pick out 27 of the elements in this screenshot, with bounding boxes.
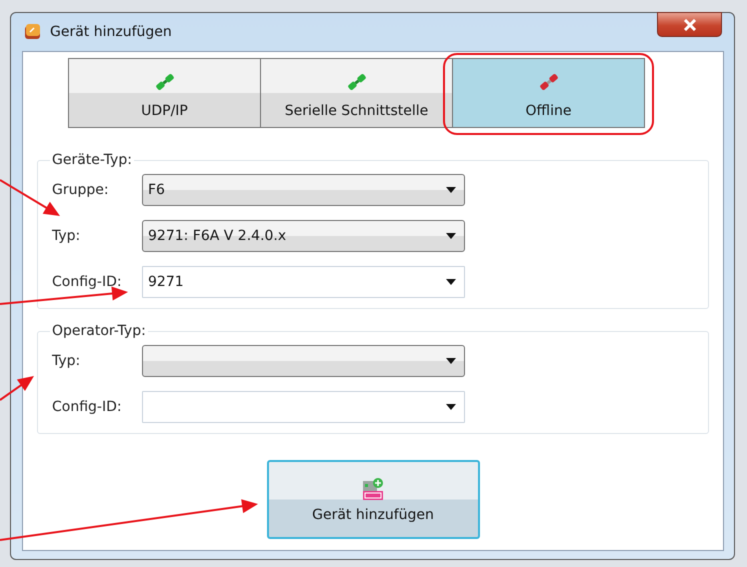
window-title: Gerät hinzufügen [50,24,172,40]
group-title: Operator-Typ: [51,323,147,339]
connection-tab[interactable]: UDP/IP [68,58,261,128]
close-button[interactable] [657,12,722,37]
dropdown-field[interactable]: F6 [142,174,465,206]
dropdown-caret-icon [446,404,456,410]
combo-input-field[interactable] [142,391,465,423]
app-icon [24,23,42,41]
dropdown-caret-icon [446,358,456,364]
dropdown-field[interactable]: 9271: F6A V 2.4.0.x [142,220,465,252]
add-device-button[interactable]: Gerät hinzufügen [266,460,480,539]
dropdown-caret-icon [446,233,456,239]
close-icon [682,18,696,30]
device-add-icon [362,476,384,500]
connection-tab[interactable]: Serielle Schnittstelle [260,58,453,128]
field-label: Typ: [52,228,82,244]
dropdown-caret-icon [446,279,456,285]
annotation-arrow [0,376,34,401]
field-label: Config-ID: [52,274,123,290]
field-label: Typ: [52,353,82,369]
combo-input-field[interactable]: 9271 [142,266,465,298]
connection-tab[interactable]: Offline [452,58,645,128]
field-label: Config-ID: [52,399,123,415]
dropdown-field[interactable] [142,345,465,377]
field-label: Gruppe: [52,182,110,198]
dropdown-caret-icon [446,187,456,193]
group-title: Geräte-Typ: [51,152,133,168]
